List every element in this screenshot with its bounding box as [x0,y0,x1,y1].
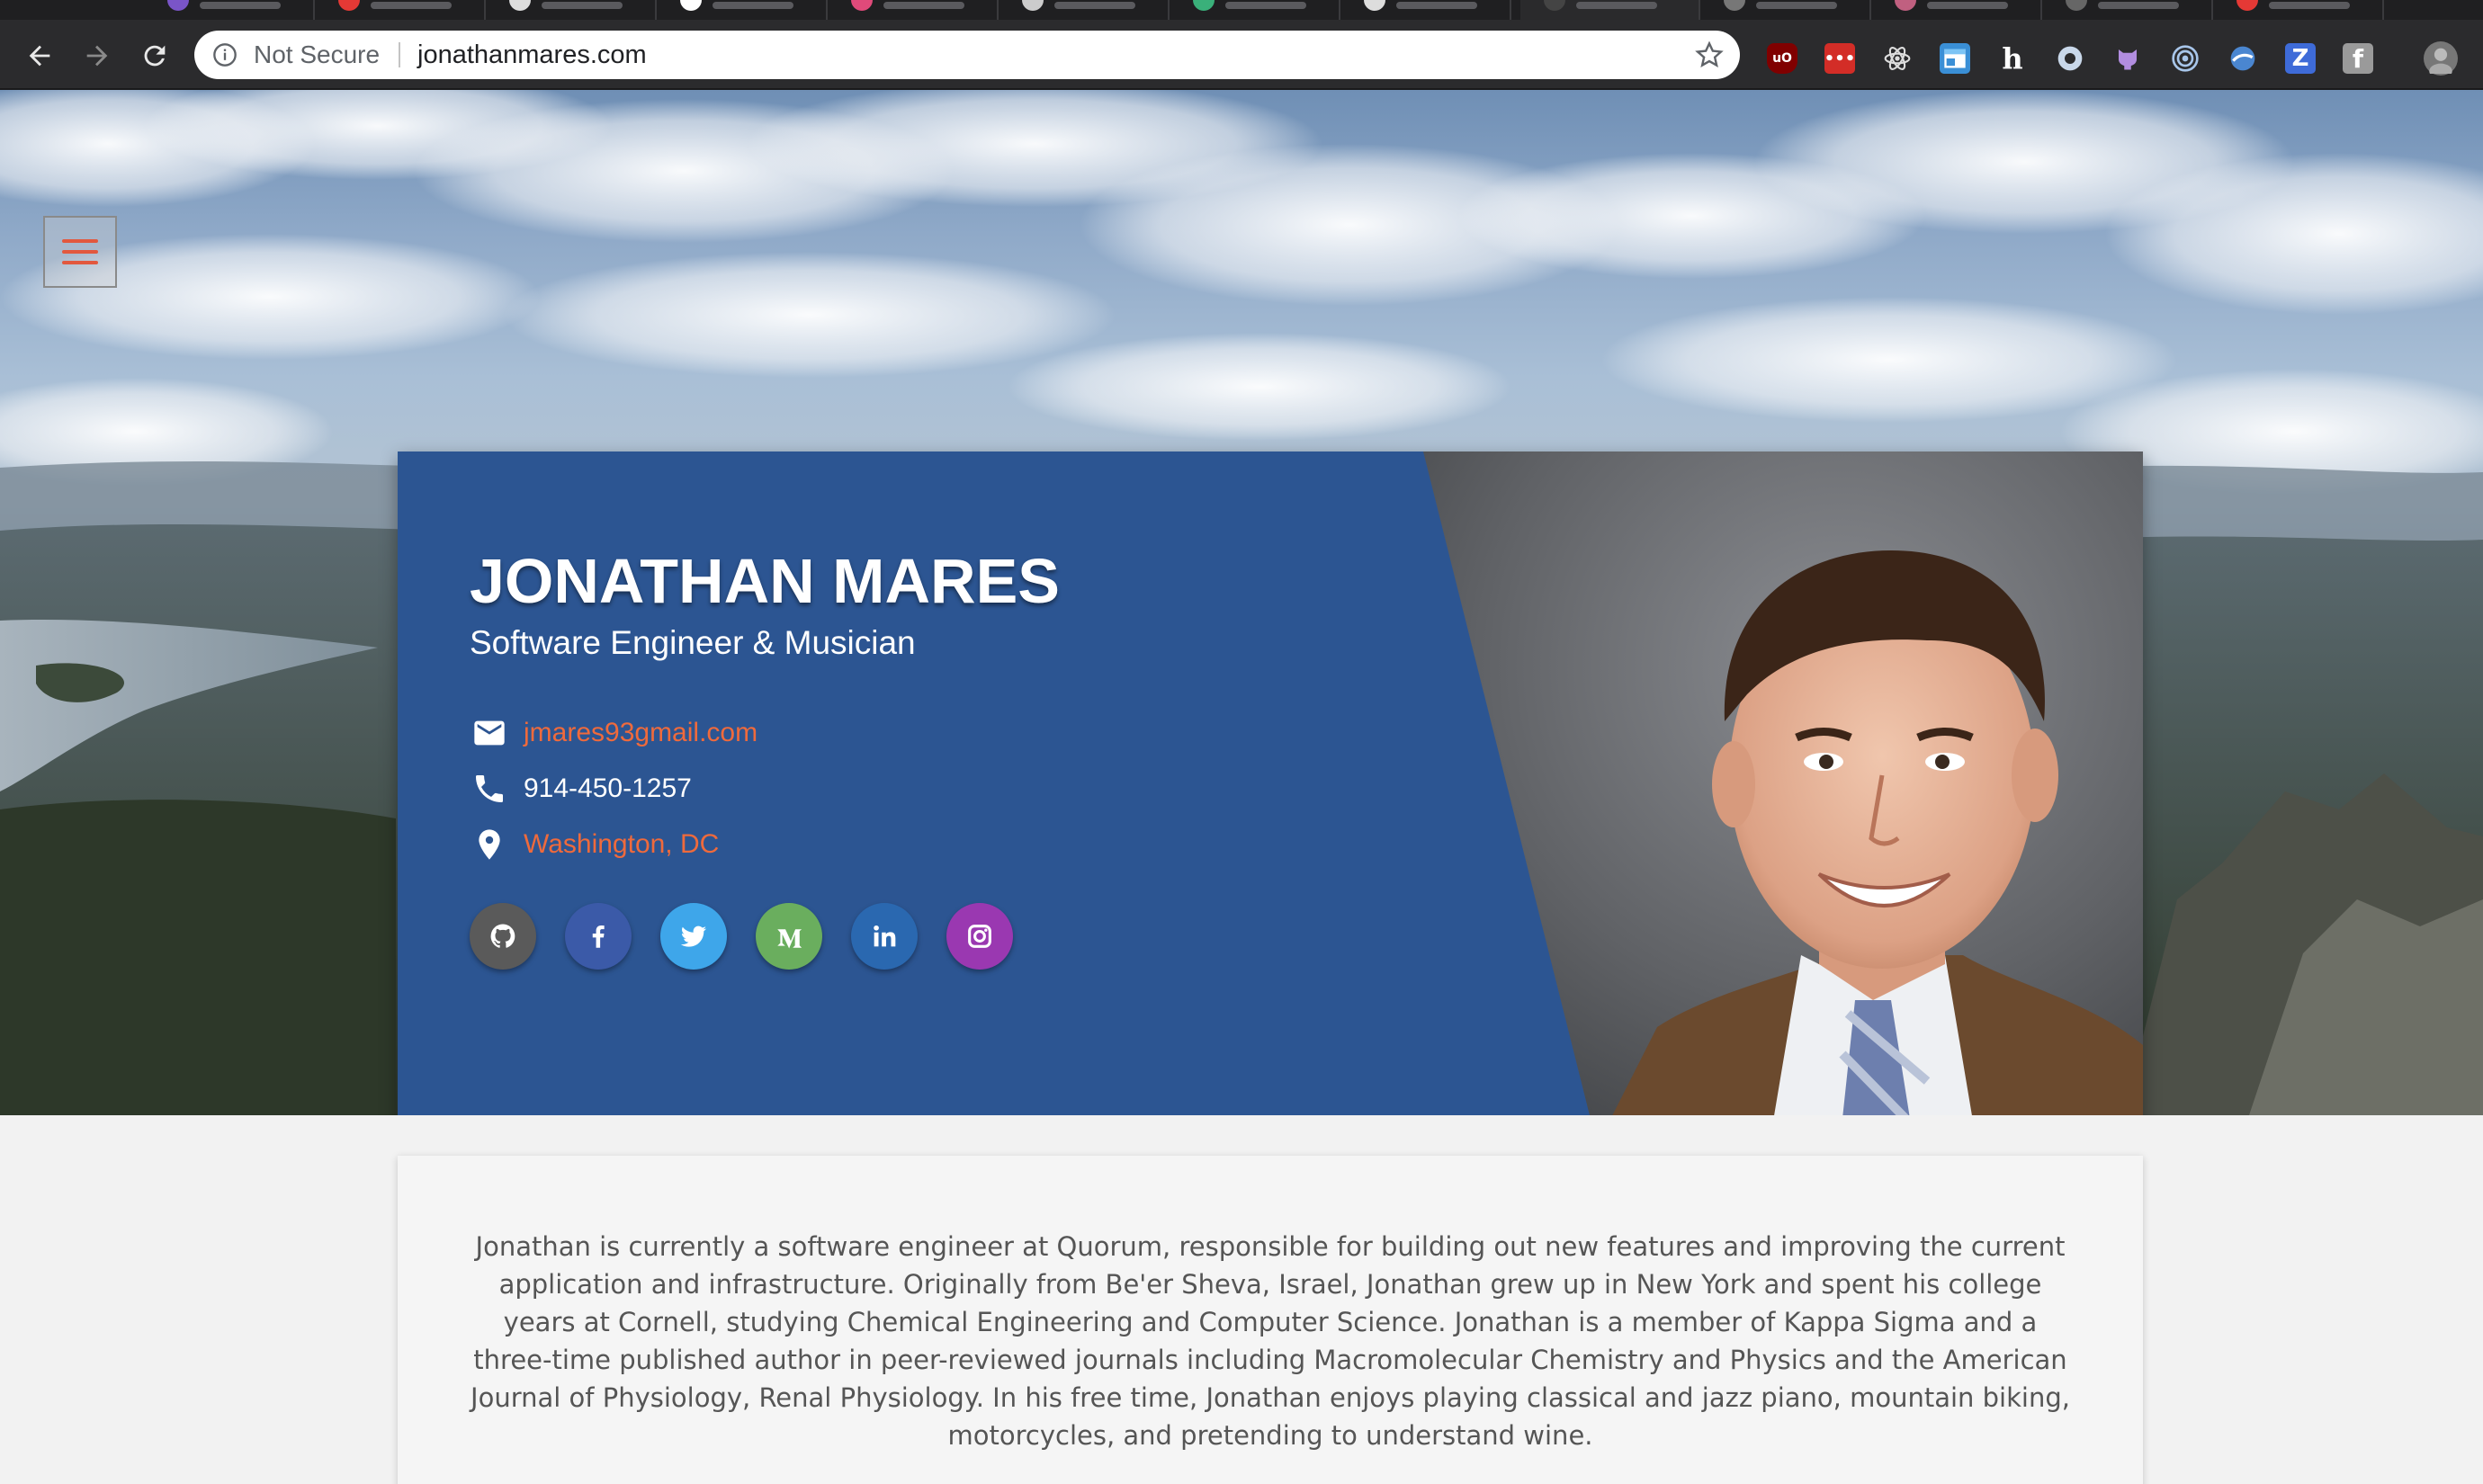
email-link[interactable]: jmares93gmail.com [524,718,757,748]
z-extension-icon[interactable]: Z [2285,43,2316,74]
browser-tab[interactable] [2042,0,2213,20]
browser-tab[interactable] [486,0,657,20]
hamburger-menu-icon[interactable] [43,216,117,288]
contact-location[interactable]: Washington, DC [470,824,719,865]
browser-tab[interactable] [1170,0,1340,20]
security-label[interactable]: Not Secure [254,31,380,79]
about-section: Jonathan is currently a software enginee… [398,1156,2143,1484]
contact-email[interactable]: jmares93gmail.com [470,712,757,754]
hunter-icon[interactable]: h [1997,41,2028,76]
profile-card: JONATHAN MARES Software Engineer & Music… [398,451,2143,1115]
url-text[interactable]: jonathanmares.com [417,31,647,79]
profile-name: JONATHAN MARES [470,546,1060,616]
email-icon [470,713,509,753]
hero-section: JONATHAN MARES Software Engineer & Music… [0,90,2483,1115]
browser-tab[interactable] [315,0,486,20]
contact-phone: 914-450-1257 [470,768,692,809]
star-icon[interactable] [1695,40,1724,69]
browser-tab[interactable] [1871,0,2042,20]
github-icon[interactable] [470,903,536,970]
about-text: Jonathan is currently a software enginee… [471,1231,2070,1451]
address-bar[interactable]: Not Secure jonathanmares.com [194,31,1740,79]
avatar[interactable] [2424,41,2458,76]
browser-tab[interactable] [828,0,999,20]
browser-tab[interactable] [144,0,315,20]
browser-tab[interactable] [657,0,828,20]
info-icon[interactable] [212,42,238,67]
browser-tab[interactable] [1340,0,1511,20]
instagram-icon[interactable] [946,903,1013,970]
circle-icon[interactable] [2055,43,2085,74]
browser-tab[interactable] [1700,0,1871,20]
twitter-icon[interactable] [660,903,727,970]
browser-tab[interactable] [2213,0,2384,20]
ublock-icon[interactable]: uO [1767,43,1797,74]
window-icon[interactable] [1940,43,1970,74]
profile-tagline: Software Engineer & Musician [470,624,916,661]
linkedin-icon[interactable] [851,903,918,970]
back-button[interactable] [20,36,59,76]
back-arrow-icon [29,45,50,67]
reload-button[interactable] [135,36,175,76]
lastpass-icon[interactable]: ••• [1824,43,1855,74]
address-divider [399,42,400,67]
location-link[interactable]: Washington, DC [524,829,719,860]
medium-icon[interactable] [756,903,822,970]
target-icon[interactable] [2170,43,2201,74]
facebook-icon[interactable] [565,903,632,970]
location-pin-icon [470,825,509,864]
browser-tab-active[interactable] [1520,0,1700,20]
facebook-square-icon[interactable]: f [2343,43,2373,74]
tab-strip [0,0,2483,20]
social-links [470,903,1013,970]
browser-tab[interactable] [999,0,1170,20]
reload-icon [144,45,166,67]
forward-button[interactable] [77,36,117,76]
forward-arrow-icon [86,45,108,67]
phone-icon [470,769,509,809]
react-devtools-icon[interactable] [1882,43,1913,74]
github-cat-icon[interactable] [2112,43,2143,74]
phone-number: 914-450-1257 [524,773,692,803]
vpn-icon[interactable] [2228,43,2258,74]
browser-toolbar: Not Secure jonathanmares.com uO ••• h Z … [0,20,2483,90]
